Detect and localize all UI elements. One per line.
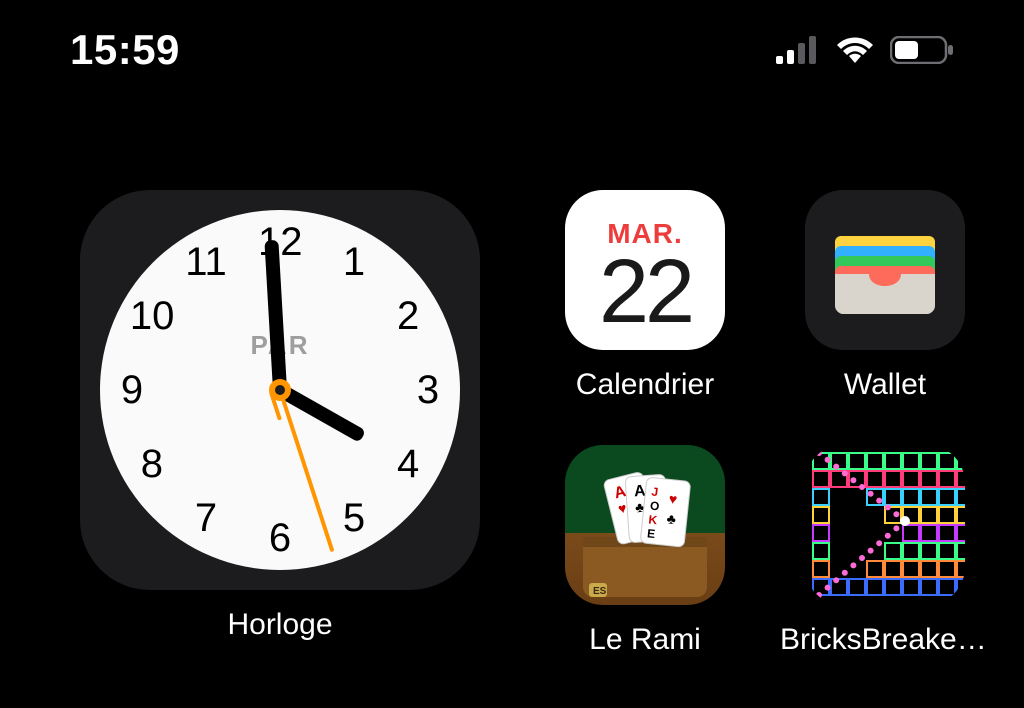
cellular-signal-icon (776, 36, 820, 64)
wifi-icon (834, 35, 876, 65)
status-icons (776, 35, 954, 65)
clock-widget[interactable]: 111098765432112PAR Horloge (80, 190, 480, 675)
app-wallet[interactable]: Wallet (780, 190, 990, 420)
clock-numeral: 8 (130, 442, 174, 486)
clock-numeral: 6 (258, 516, 302, 560)
calendar-date-number: 22 (599, 250, 691, 336)
bricksbreaker-icon[interactable] (805, 445, 965, 605)
app-bricksbreaker[interactable]: BricksBreaker... (780, 445, 990, 675)
clock-numeral: 5 (332, 496, 376, 540)
app-calendar[interactable]: MAR. 22 Calendrier (540, 190, 750, 420)
clock-numeral: 7 (184, 496, 228, 540)
wallet-icon[interactable] (805, 190, 965, 350)
rami-icon[interactable]: A ♥ A ♣ J O K E ♥ ♣ (565, 445, 725, 605)
clock-numeral: 11 (184, 240, 228, 284)
svg-text:E: E (646, 526, 655, 541)
app-label-bricksbreaker: BricksBreaker... (780, 623, 990, 657)
home-screen: 111098765432112PAR Horloge MAR. 22 Calen… (80, 190, 964, 675)
clock-widget-label: Horloge (80, 608, 480, 642)
status-bar: 15:59 (0, 0, 1024, 100)
svg-text:♣: ♣ (666, 510, 677, 527)
clock-pivot-inner (275, 385, 285, 395)
calendar-icon[interactable]: MAR. 22 (565, 190, 725, 350)
battery-icon (890, 36, 954, 64)
app-rami[interactable]: A ♥ A ♣ J O K E ♥ ♣ (540, 445, 750, 675)
clock-numeral: 4 (386, 442, 430, 486)
svg-text:♥: ♥ (668, 490, 678, 507)
clock-widget-tile[interactable]: 111098765432112PAR (80, 190, 480, 590)
app-label-rami: Le Rami (589, 623, 701, 657)
clock-face: 111098765432112PAR (100, 210, 460, 570)
svg-text:ES: ES (593, 586, 607, 597)
app-label-wallet: Wallet (844, 368, 926, 402)
clock-numeral: 3 (406, 368, 450, 412)
clock-numeral: 1 (332, 240, 376, 284)
svg-text:O: O (649, 499, 660, 514)
svg-text:K: K (648, 512, 658, 527)
status-time: 15:59 (70, 26, 180, 74)
clock-numeral: 9 (110, 368, 154, 412)
app-label-calendar: Calendrier (576, 368, 714, 402)
apps-grid: MAR. 22 Calendrier Wallet (540, 190, 990, 675)
